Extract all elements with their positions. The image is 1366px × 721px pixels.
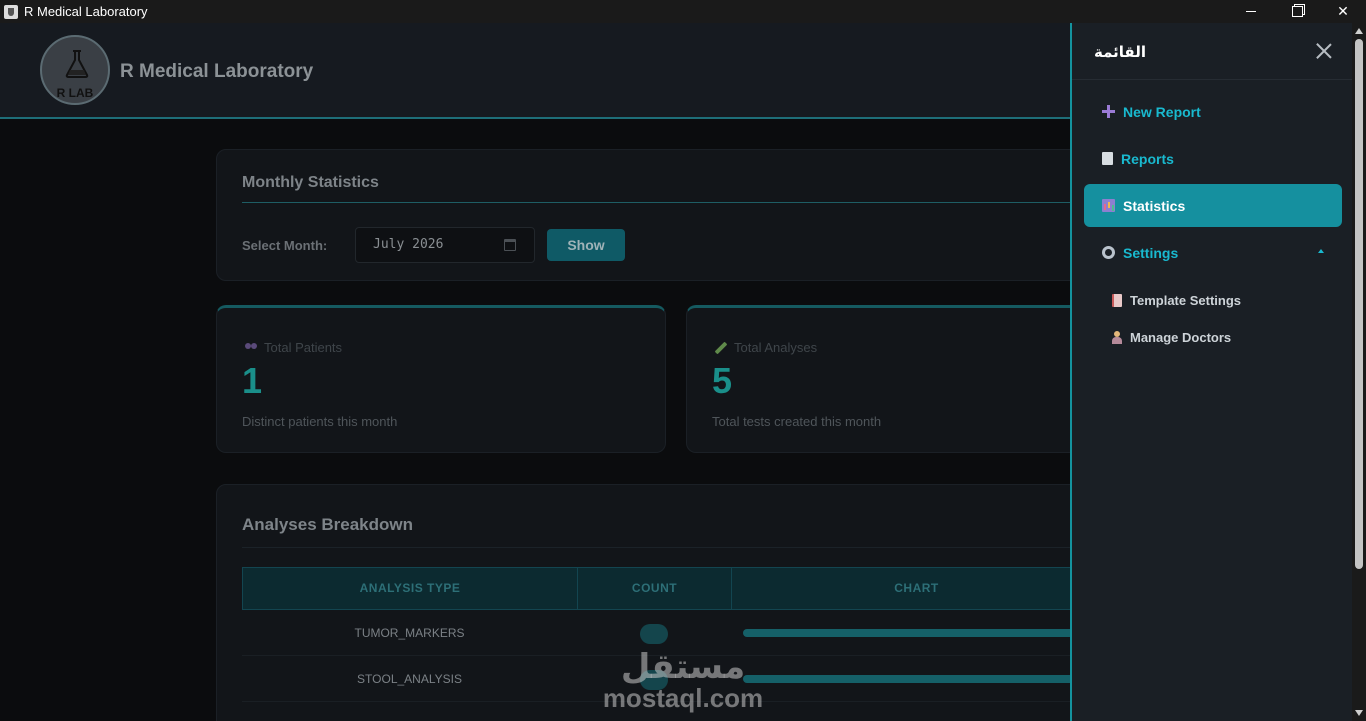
nav-item-settings[interactable]: Settings [1084, 231, 1342, 274]
scroll-up-icon[interactable] [1355, 28, 1363, 34]
total-analyses-card: Total Analyses 5 Total tests created thi… [686, 305, 1136, 453]
count-badge [640, 623, 668, 644]
stat-description: Total tests created this month [712, 414, 882, 429]
chart-icon [1102, 199, 1115, 212]
month-input-value: July 2026 [373, 237, 444, 252]
nav-item-label: Statistics [1123, 197, 1186, 214]
divider [242, 202, 1102, 203]
app-icon [4, 4, 18, 19]
stat-label-text: Total Analyses [734, 340, 818, 355]
nav-item-statistics[interactable]: Statistics [1084, 184, 1342, 227]
nav-item-label: Reports [1121, 150, 1174, 167]
calendar-icon[interactable] [504, 239, 516, 251]
stat-value: 1 [242, 360, 263, 401]
sub-item-template-settings[interactable]: Template Settings [1112, 293, 1241, 308]
show-button[interactable]: Show [547, 229, 625, 261]
stat-label: Total Patients [244, 340, 342, 355]
nav-item-label: New Report [1123, 103, 1201, 120]
plus-icon [1102, 105, 1115, 118]
table-header: ANALYSIS TYPE COUNT CHART [242, 567, 1102, 610]
people-icon [244, 342, 258, 353]
drawer-header: القائمة [1072, 23, 1352, 80]
app-title: R Medical Laboratory [120, 61, 314, 82]
nav-item-label: Settings [1123, 244, 1179, 261]
maximize-button[interactable] [1274, 0, 1320, 23]
window-titlebar: R Medical Laboratory ✕ [0, 0, 1366, 23]
scrollbar[interactable] [1352, 23, 1366, 721]
analyses-breakdown-card: Analyses Breakdown ANALYSIS TYPE COUNT C… [216, 484, 1116, 721]
monthly-statistics-card: Monthly Statistics Select Month: July 20… [216, 149, 1116, 281]
analysis-bar [743, 629, 1100, 637]
stat-label: Total Analyses [714, 340, 817, 355]
count-badge [640, 669, 668, 690]
analysis-type: TUMOR_MARKERS [354, 626, 465, 640]
analysis-count [577, 610, 731, 655]
chevron-up-icon [1318, 249, 1324, 253]
close-window-button[interactable]: ✕ [1320, 0, 1366, 23]
side-drawer: القائمة New Report Reports Statistics Se… [1070, 23, 1352, 721]
table-row: STOOL_ANALYSIS [242, 656, 1102, 702]
scroll-down-icon[interactable] [1355, 710, 1363, 716]
card-title: Analyses Breakdown [242, 515, 414, 534]
pencil-icon [714, 341, 728, 355]
app-root: R LAB R Medical Laboratory Monthly Stati… [0, 23, 1366, 721]
gear-icon [1102, 246, 1115, 259]
window-title: R Medical Laboratory [24, 4, 148, 19]
nav-item-new-report[interactable]: New Report [1084, 90, 1342, 133]
minimize-button[interactable] [1228, 0, 1274, 23]
close-icon[interactable] [1316, 43, 1332, 59]
stat-label-text: Total Patients [264, 340, 343, 355]
drawer-title: القائمة [1094, 44, 1146, 61]
sub-item-label: Manage Doctors [1130, 330, 1232, 345]
doctor-icon [1112, 331, 1122, 344]
lab-logo: R LAB [40, 35, 110, 105]
document-icon [1102, 152, 1113, 165]
sub-item-manage-doctors[interactable]: Manage Doctors [1112, 330, 1231, 345]
card-title: Monthly Statistics [242, 174, 379, 191]
flask-icon [65, 50, 89, 78]
stat-description: Distinct patients this month [242, 414, 398, 429]
analysis-chart-cell [731, 656, 1100, 701]
column-header-chart: CHART [894, 581, 939, 595]
analysis-count [577, 656, 731, 701]
analysis-chart-cell [731, 610, 1100, 655]
column-header-count: COUNT [578, 568, 732, 609]
nav-item-reports[interactable]: Reports [1084, 137, 1342, 180]
sub-item-label: Template Settings [1130, 293, 1242, 308]
table-row: TUMOR_MARKERS [242, 610, 1102, 656]
scroll-thumb[interactable] [1355, 39, 1363, 569]
stat-value: 5 [712, 360, 733, 401]
month-input[interactable]: July 2026 [355, 227, 535, 263]
template-icon [1112, 294, 1122, 307]
breakdown-table: ANALYSIS TYPE COUNT CHART TUMOR_MARKERS … [242, 567, 1102, 702]
analysis-type: STOOL_ANALYSIS [357, 672, 462, 686]
total-patients-card: Total Patients 1 Distinct patients this … [216, 305, 666, 453]
month-label: Select Month: [242, 238, 328, 253]
divider [242, 547, 1102, 548]
column-header-type: ANALYSIS TYPE [243, 568, 578, 609]
logo-text: R LAB [56, 86, 94, 100]
analysis-bar [743, 675, 1100, 683]
